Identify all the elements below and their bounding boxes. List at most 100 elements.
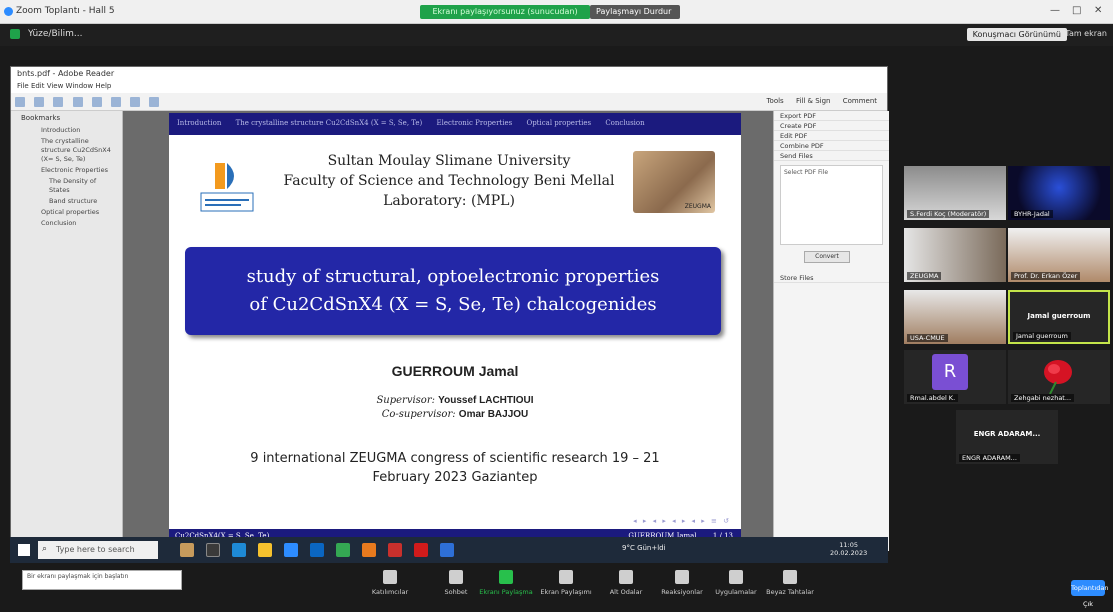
convert-button[interactable]: Convert: [804, 251, 850, 263]
mail-icon[interactable]: [310, 543, 324, 557]
search-placeholder: Type here to search: [56, 545, 135, 554]
zoom-title-bar: Zoom Toplantı - Hall 5 Ekranı paylaşıyor…: [0, 0, 1113, 24]
zoom-logo-icon: [4, 7, 13, 16]
sharing-banner: Ekranı paylaşıyorsunuz (sunucudan): [420, 5, 590, 19]
office-icon[interactable]: [388, 543, 402, 557]
participant-tile[interactable]: S.Ferdi Koç (Moderatör): [904, 166, 1006, 220]
meeting-name: Yüze/Bilim...: [28, 29, 83, 39]
tools-pane: Export PDF Create PDF Edit PDF Combine P…: [773, 111, 889, 551]
nav-section[interactable]: Introduction: [177, 119, 221, 127]
beamer-navigation-symbols[interactable]: ◂ ▸ ◂ ▸ ◂ ▸ ◂ ▸ ≡ ↺: [633, 517, 731, 525]
leave-meeting-button[interactable]: Toplantıdan Çık: [1071, 580, 1108, 608]
reactions-button[interactable]: Reaksiyonlar: [652, 570, 712, 596]
maximize-icon[interactable]: □: [1072, 5, 1081, 16]
next-page-icon[interactable]: [110, 97, 121, 107]
windows-taskbar: ⌕ Type here to search 9°C Gün+ldi 11:05 …: [10, 537, 888, 563]
slide-title-line: study of structural, optoelectronic prop…: [246, 266, 660, 287]
taskbar-search[interactable]: ⌕ Type here to search: [38, 541, 158, 559]
bookmarks-panel: Bookmarks Introduction The crystalline s…: [11, 111, 123, 551]
bookmark-item[interactable]: The crystalline structure Cu2CdSnX4 (X= …: [11, 136, 122, 165]
weather-widget[interactable]: 9°C Gün+ldi: [622, 544, 666, 552]
close-icon[interactable]: ✕: [1094, 5, 1102, 16]
bookmark-item[interactable]: Electronic Properties: [11, 165, 122, 176]
whiteboards-button[interactable]: Beyaz Tahtalar: [760, 570, 820, 596]
speaker-view-button[interactable]: Konuşmacı Görünümü: [966, 28, 1067, 41]
clock-time: 11:05: [839, 541, 858, 549]
author-name: GUERROUM Jamal: [391, 363, 519, 379]
zoom-in-icon[interactable]: [149, 97, 160, 107]
fullscreen-button[interactable]: Tam ekran: [1065, 29, 1107, 38]
tools-pane-item[interactable]: Export PDF: [774, 111, 889, 121]
participant-tile[interactable]: ENGR ADARAM... ENGR ADARAM...: [956, 410, 1058, 464]
apps-button[interactable]: Uygulamalar: [706, 570, 766, 596]
acrobat-menu[interactable]: File Edit View Window Help: [11, 81, 887, 93]
nav-section[interactable]: Optical properties: [526, 119, 591, 127]
bookmark-item[interactable]: Introduction: [11, 125, 122, 136]
windows-start-icon[interactable]: [18, 544, 30, 556]
bookmark-item[interactable]: Conclusion: [11, 218, 122, 229]
nav-section[interactable]: Conclusion: [605, 119, 644, 127]
prev-page-icon[interactable]: [91, 97, 102, 107]
comment-link[interactable]: Comment: [843, 97, 877, 105]
share-screen-icon: [499, 570, 513, 584]
control-label: Reaksiyonlar: [661, 588, 703, 596]
apps-icon: [729, 570, 743, 584]
share-screen-button[interactable]: Ekranı Paylaşma: [476, 570, 536, 596]
participant-tile[interactable]: USA-CMUE: [904, 290, 1006, 344]
control-label: Katılımcılar: [371, 588, 409, 596]
participant-tile-active-speaker[interactable]: Jamal guerroum Jamal guerroum: [1008, 290, 1110, 344]
breakout-rooms-button[interactable]: Alt Odalar: [596, 570, 656, 596]
cosupervisor-name: Omar BAJJOU: [458, 409, 529, 420]
firefox-icon[interactable]: [362, 543, 376, 557]
print-icon[interactable]: [53, 97, 64, 107]
minimize-icon[interactable]: —: [1050, 5, 1060, 16]
edge-icon[interactable]: [232, 543, 246, 557]
tools-pane-item[interactable]: Edit PDF: [774, 131, 889, 141]
acrobat-icon[interactable]: [414, 543, 428, 557]
acrobat-title: bnts.pdf - Adobe Reader: [11, 67, 887, 81]
people-icon[interactable]: [180, 543, 194, 557]
control-label: Ekran Paylaşımı: [540, 588, 592, 596]
security-shield-icon[interactable]: [10, 29, 20, 39]
participant-display-name: ENGR ADARAM...: [973, 430, 1041, 438]
bookmark-item[interactable]: Optical properties: [11, 207, 122, 218]
participant-display-name: Jamal guerroum: [1027, 312, 1091, 320]
zoom-app-icon[interactable]: [284, 543, 298, 557]
slide-title-line: of Cu2CdSnX4 (X = S, Se, Te) chalcogenid…: [249, 294, 657, 315]
participant-tile[interactable]: ZEUGMA: [904, 228, 1006, 282]
bookmark-item[interactable]: Band structure: [11, 196, 122, 207]
teams-icon[interactable]: [440, 543, 454, 557]
tools-link[interactable]: Tools: [766, 97, 783, 105]
file-explorer-icon[interactable]: [258, 543, 272, 557]
save-icon[interactable]: [34, 97, 45, 107]
system-clock[interactable]: 11:05 20.02.2023: [830, 541, 867, 557]
reactions-icon: [675, 570, 689, 584]
participant-tile[interactable]: Zehgabi nezhat...: [1008, 350, 1110, 404]
nav-section[interactable]: The crystalline structure Cu2CdSnX4 (X =…: [236, 119, 423, 127]
tools-pane-item[interactable]: Send Files: [774, 151, 889, 161]
participants-button[interactable]: Katılımcılar: [360, 570, 420, 596]
task-view-icon[interactable]: [206, 543, 220, 557]
participant-tile[interactable]: R Rmal.abdel K.: [904, 350, 1006, 404]
tools-pane-item[interactable]: Combine PDF: [774, 141, 889, 151]
search-icon: ⌕: [42, 544, 48, 554]
participant-tile[interactable]: Prof. Dr. Erkan Özer: [1008, 228, 1110, 282]
participant-name: BYHR-Jadal: [1011, 210, 1053, 218]
select-file-box[interactable]: Select PDF File: [780, 165, 883, 245]
participant-tile[interactable]: BYHR-Jadal: [1008, 166, 1110, 220]
email-icon[interactable]: [72, 97, 83, 107]
tools-pane-item[interactable]: Create PDF: [774, 121, 889, 131]
conference-line: February 2023 Gaziantep: [372, 470, 538, 485]
bookmark-item[interactable]: The Density of States: [11, 176, 122, 196]
participant-name: ZEUGMA: [907, 272, 942, 280]
control-label: Ekranı Paylaşma: [479, 588, 533, 596]
nav-section[interactable]: Electronic Properties: [437, 119, 513, 127]
zoom-out-icon[interactable]: [130, 97, 141, 107]
store-files-item[interactable]: Store Files: [774, 273, 889, 283]
share-options-button[interactable]: Ekran Paylaşımı: [536, 570, 596, 596]
document-area[interactable]: Introduction The crystalline structure C…: [123, 111, 773, 551]
open-icon[interactable]: [15, 97, 25, 107]
chrome-icon[interactable]: [336, 543, 350, 557]
fill-sign-link[interactable]: Fill & Sign: [796, 97, 831, 105]
stop-share-button[interactable]: Paylaşmayı Durdur: [590, 5, 680, 19]
